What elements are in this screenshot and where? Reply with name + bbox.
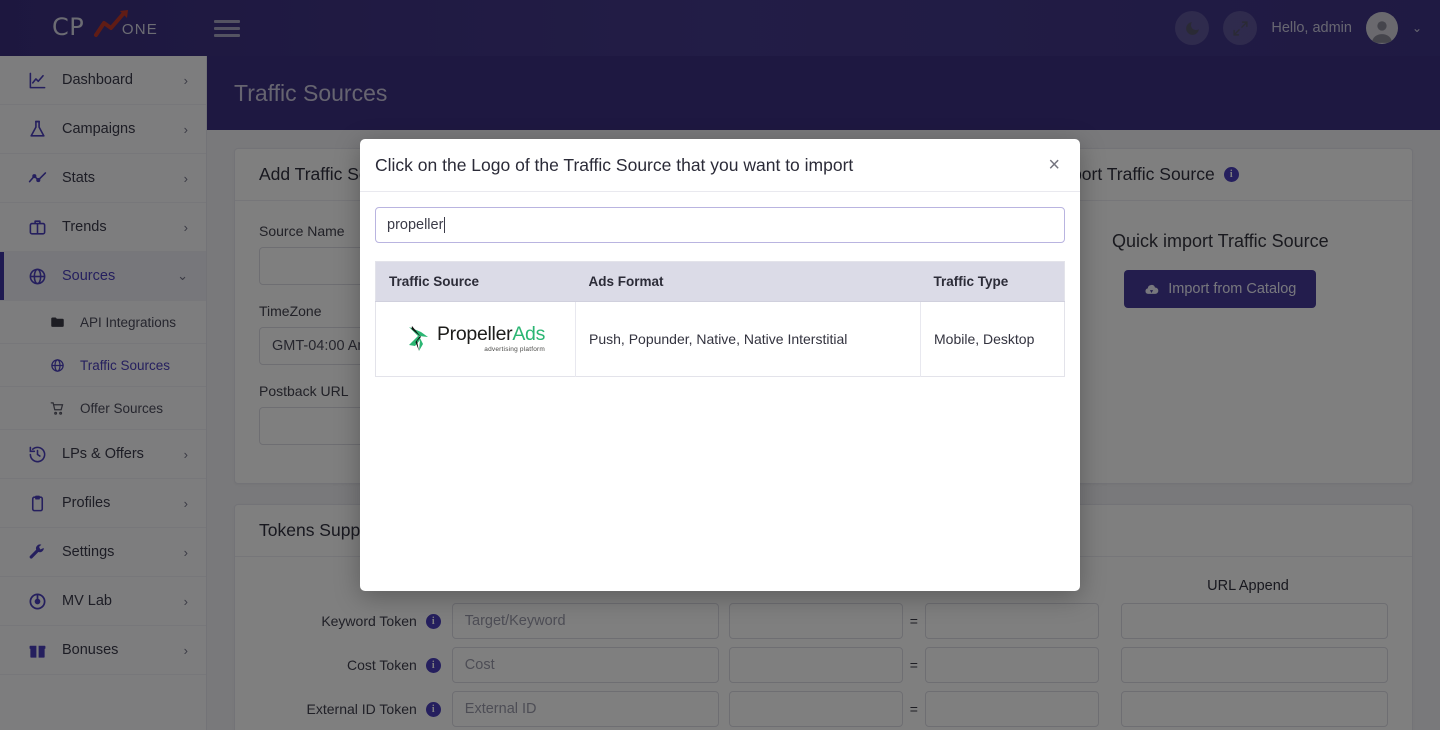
propellerads-logo[interactable]: PropellerAds advertising platform xyxy=(389,312,562,366)
logo-ads-text: Ads xyxy=(512,323,546,345)
traffic-sources-table: Traffic Source Ads Format Traffic Type P… xyxy=(375,261,1065,377)
text-caret xyxy=(444,217,446,233)
search-input-value: propeller xyxy=(387,217,444,233)
modal-body: propeller Traffic Source Ads Format Traf… xyxy=(360,192,1080,377)
table-header-row: Traffic Source Ads Format Traffic Type xyxy=(375,261,1065,302)
traffic-type-cell: Mobile, Desktop xyxy=(920,301,1065,377)
logo-tagline: advertising platform xyxy=(484,345,546,353)
table-row: PropellerAds advertising platform Push, … xyxy=(375,301,1065,377)
column-header-ads-format: Ads Format xyxy=(575,261,921,302)
traffic-source-logo-cell[interactable]: PropellerAds advertising platform xyxy=(375,301,576,377)
ads-format-cell: Push, Popunder, Native, Native Interstit… xyxy=(575,301,921,377)
close-icon[interactable]: × xyxy=(1044,153,1064,177)
modal-title: Click on the Logo of the Traffic Source … xyxy=(375,154,854,175)
logo-propeller-text: Propeller xyxy=(436,323,513,345)
propeller-mark-icon xyxy=(408,326,428,351)
traffic-source-catalog-modal: Click on the Logo of the Traffic Source … xyxy=(360,139,1080,591)
app-root: CP ONE xyxy=(0,0,1440,730)
column-header-traffic-source: Traffic Source xyxy=(375,261,576,302)
modal-header: Click on the Logo of the Traffic Source … xyxy=(360,139,1080,192)
search-input[interactable]: propeller xyxy=(375,207,1065,243)
column-header-traffic-type: Traffic Type xyxy=(920,261,1065,302)
